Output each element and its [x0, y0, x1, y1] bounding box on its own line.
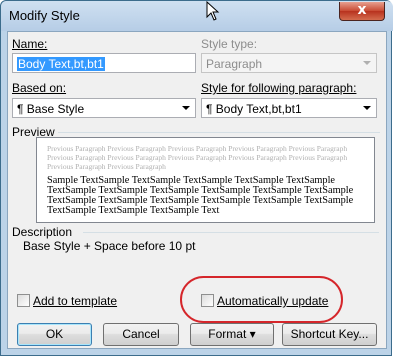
cancel-button[interactable]: Cancel [103, 323, 179, 346]
add-to-template-label[interactable]: Add to template [33, 294, 117, 308]
ok-button[interactable]: OK [17, 323, 92, 346]
preview-pane: Previous Paragraph Previous Paragraph Pr… [36, 137, 375, 223]
preview-sample-text: Sample TextSample TextSample TextSample … [47, 175, 354, 216]
chevron-down-icon [363, 61, 371, 65]
name-input-value: Body Text,bt,bt1 [17, 57, 105, 71]
preview-divider [58, 132, 380, 133]
based-on-select[interactable]: ¶ Base Style [12, 98, 196, 118]
close-icon: x [357, 2, 367, 18]
mouse-cursor-icon [206, 1, 220, 21]
following-style-value: ¶ Body Text,bt,bt1 [206, 102, 302, 116]
based-on-label: Based on: [12, 81, 67, 95]
preview-previous-paragraph: Previous Paragraph Previous Paragraph Pr… [47, 144, 348, 171]
name-input[interactable]: Body Text,bt,bt1 [12, 53, 196, 73]
shortcut-key-button[interactable]: Shortcut Key... [282, 323, 377, 346]
description-text: Base Style + Space before 10 pt [23, 239, 196, 253]
chevron-down-icon[interactable] [178, 100, 194, 116]
following-style-select[interactable]: ¶ Body Text,bt,bt1 [201, 98, 377, 118]
style-type-label: Style type: [201, 37, 258, 51]
window-title: Modify Style [9, 8, 80, 23]
style-type-value: Paragraph [206, 57, 263, 71]
based-on-value: ¶ Base Style [17, 102, 85, 116]
add-to-template-checkbox[interactable] [17, 294, 30, 307]
name-label: Name: [12, 37, 48, 51]
description-divider [83, 232, 379, 233]
dropdown-arrow-icon: ▾ [249, 327, 256, 341]
title-bar[interactable]: Modify Style x [1, 1, 393, 31]
close-button[interactable]: x [339, 2, 385, 21]
format-button[interactable]: Format ▾ [190, 323, 274, 346]
format-button-label: Format [208, 327, 247, 341]
modify-style-dialog: Modify Style x Name: Body Text,bt,bt1 St… [0, 0, 393, 356]
following-style-label: Style for following paragraph: [201, 81, 357, 95]
chevron-down-icon[interactable] [359, 100, 375, 116]
highlight-ring [180, 276, 343, 323]
description-label: Description [12, 225, 73, 239]
style-type-select[interactable]: Paragraph [201, 53, 377, 73]
